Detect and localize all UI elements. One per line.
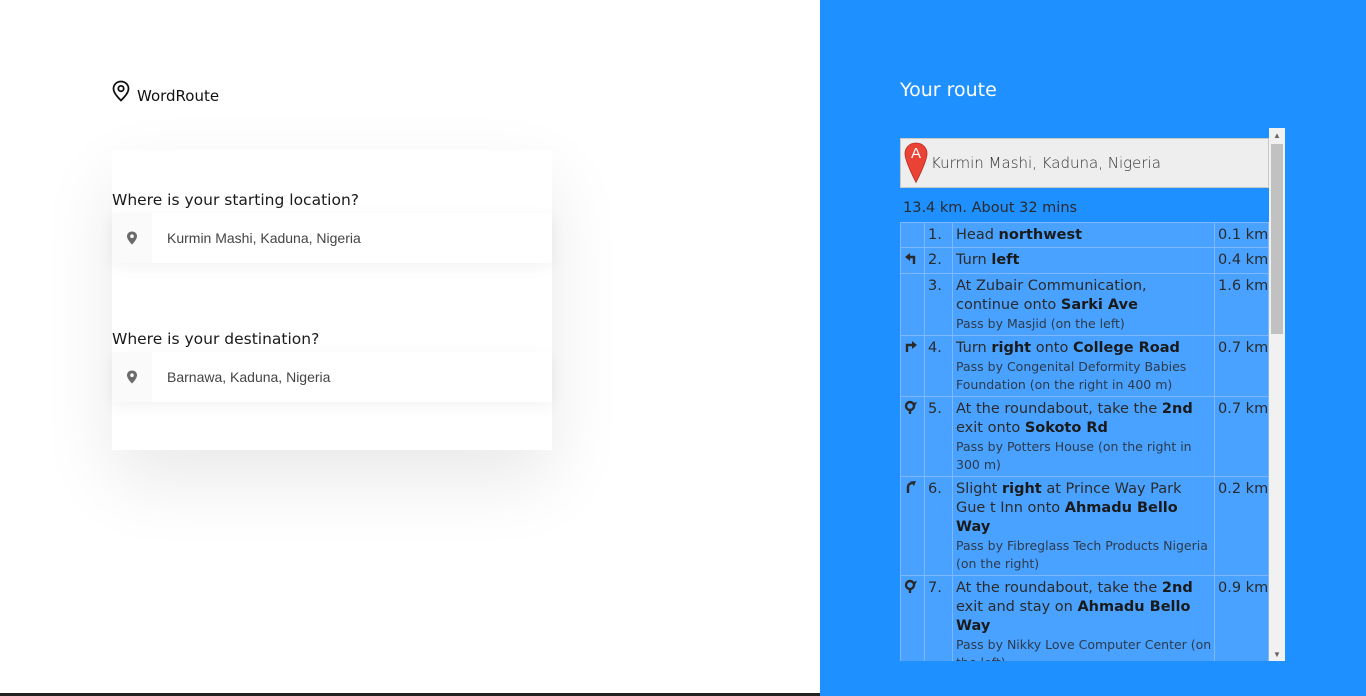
step-distance: 0.2 km bbox=[1214, 476, 1269, 576]
step-landmark: Pass by Masjid (on the left) bbox=[956, 316, 1125, 331]
direction-step[interactable]: 6. Slight right at Prince Way Park Gue t … bbox=[900, 476, 1269, 576]
instruction-text: Head northwest bbox=[956, 226, 1212, 245]
instruction-part: exit onto bbox=[956, 420, 1025, 436]
step-number: 3. bbox=[924, 273, 953, 336]
step-instruction: At the roundabout, take the 2nd exit and… bbox=[952, 575, 1215, 661]
step-distance: 0.9 km bbox=[1214, 575, 1269, 661]
instruction-text: At the roundabout, take the 2nd exit ont… bbox=[956, 400, 1212, 438]
instruction-part: Slight bbox=[956, 481, 1002, 497]
instruction-part: At the roundabout, take the bbox=[956, 401, 1162, 417]
instruction-emphasis: left bbox=[991, 252, 1020, 268]
start-location-input[interactable] bbox=[152, 213, 552, 263]
slight-right-icon bbox=[904, 481, 918, 498]
step-number: 7. bbox=[924, 575, 953, 661]
location-pin-icon bbox=[112, 213, 152, 263]
start-location-label: Where is your starting location? bbox=[112, 191, 359, 209]
step-instruction: At the roundabout, take the 2nd exit ont… bbox=[952, 396, 1215, 477]
direction-step[interactable]: 1. Head northwest 0.1 km bbox=[900, 222, 1269, 248]
instruction-emphasis: Sokoto Rd bbox=[1024, 420, 1108, 436]
step-distance: 0.7 km bbox=[1214, 335, 1269, 397]
step-number: 1. bbox=[924, 222, 953, 248]
marker-label: A bbox=[911, 145, 921, 162]
instruction-part: At the roundabout, take the bbox=[956, 580, 1162, 596]
instruction-emphasis: 2nd bbox=[1161, 580, 1193, 596]
start-location-field[interactable] bbox=[112, 213, 552, 263]
route-panel: Your route A Kurmin Mashi, Kaduna, Niger… bbox=[820, 0, 1366, 696]
instruction-text: Slight right at Prince Way Park Gue t In… bbox=[956, 480, 1212, 537]
turn-left-icon bbox=[904, 253, 918, 269]
direction-step[interactable]: 2. Turn left 0.4 km bbox=[900, 247, 1269, 274]
instruction-emphasis: right bbox=[1001, 481, 1042, 497]
instruction-text: At the roundabout, take the 2nd exit and… bbox=[956, 579, 1212, 636]
start-address: Kurmin Mashi, Kaduna, Nigeria bbox=[931, 154, 1161, 172]
scroll-thumb[interactable] bbox=[1271, 144, 1283, 334]
step-distance: 1.6 km bbox=[1214, 273, 1269, 336]
instruction-emphasis: right bbox=[991, 340, 1032, 356]
instruction-part: Turn bbox=[956, 340, 992, 356]
direction-step[interactable]: 4. Turn right onto College Road Pass by Co… bbox=[900, 335, 1269, 397]
route-title: Your route bbox=[900, 79, 997, 101]
directions-table: 1. Head northwest 0.1 km 2. Turn left 0.4 km 3… bbox=[900, 222, 1269, 661]
instruction-text: At Zubair Communication, continue onto S… bbox=[956, 277, 1212, 315]
direction-step[interactable]: 5. At the roundabout, take the 2nd exit o… bbox=[900, 396, 1269, 477]
scroll-down-arrow-icon[interactable]: ▼ bbox=[1269, 647, 1285, 661]
scroll-up-arrow-icon[interactable]: ▲ bbox=[1269, 128, 1285, 142]
destination-label: Where is your destination? bbox=[112, 330, 320, 348]
direction-step[interactable]: 7. At the roundabout, take the 2nd exit a… bbox=[900, 575, 1269, 661]
step-instruction: Turn left bbox=[952, 247, 1215, 274]
directions-panel[interactable]: A Kurmin Mashi, Kaduna, Nigeria 13.4 km.… bbox=[900, 128, 1285, 661]
instruction-part: Head bbox=[956, 227, 999, 243]
step-landmark: Pass by Congenital Deformity Babies Foun… bbox=[956, 359, 1187, 392]
instruction-emphasis: northwest bbox=[998, 227, 1083, 243]
step-number: 4. bbox=[924, 335, 953, 397]
step-distance: 0.4 km bbox=[1214, 247, 1269, 274]
instruction-text: Turn left bbox=[956, 251, 1212, 270]
direction-step[interactable]: 3. At Zubair Communication, continue onto… bbox=[900, 273, 1269, 336]
location-pin-icon bbox=[112, 352, 152, 402]
roundabout-icon bbox=[904, 579, 918, 597]
step-number: 2. bbox=[924, 247, 953, 274]
start-waypoint: A Kurmin Mashi, Kaduna, Nigeria bbox=[900, 138, 1269, 188]
instruction-emphasis: College Road bbox=[1072, 340, 1180, 356]
logo: WordRoute bbox=[111, 80, 219, 107]
instruction-part: Turn bbox=[956, 252, 992, 268]
search-panel: WordRoute Where is your starting locatio… bbox=[0, 0, 820, 696]
step-landmark: Pass by Potters House (on the right in 3… bbox=[956, 439, 1192, 472]
step-landmark: Pass by Nikky Love Computer Center (on t… bbox=[956, 637, 1212, 661]
instruction-emphasis: Sarki Ave bbox=[1060, 297, 1138, 313]
instruction-emphasis: 2nd bbox=[1161, 401, 1193, 417]
step-instruction: At Zubair Communication, continue onto S… bbox=[952, 273, 1215, 336]
instruction-text: Turn right onto College Road bbox=[956, 339, 1212, 358]
scrollbar[interactable]: ▲ ▼ bbox=[1269, 128, 1285, 661]
step-distance: 0.7 km bbox=[1214, 396, 1269, 477]
step-distance: 0.1 km bbox=[1214, 222, 1269, 248]
directions-content: A Kurmin Mashi, Kaduna, Nigeria 13.4 km.… bbox=[900, 128, 1269, 661]
destination-input[interactable] bbox=[152, 352, 552, 402]
destination-field[interactable] bbox=[112, 352, 552, 402]
turn-right-icon bbox=[904, 341, 918, 357]
map-pin-icon bbox=[111, 80, 131, 107]
step-number: 5. bbox=[924, 396, 953, 477]
step-landmark: Pass by Fibreglass Tech Products Nigeria… bbox=[956, 538, 1208, 571]
route-summary: 13.4 km. About 32 mins bbox=[903, 200, 1078, 216]
instruction-part: onto bbox=[1031, 340, 1073, 356]
step-instruction: Head northwest bbox=[952, 222, 1215, 248]
instruction-part: exit and stay on bbox=[956, 599, 1078, 615]
map-marker-a-icon: A bbox=[904, 142, 928, 189]
logo-text: WordRoute bbox=[137, 86, 220, 105]
roundabout-icon bbox=[904, 400, 918, 418]
step-instruction: Turn right onto College Road Pass by Cong… bbox=[952, 335, 1215, 397]
step-instruction: Slight right at Prince Way Park Gue t In… bbox=[952, 476, 1215, 576]
step-number: 6. bbox=[924, 476, 953, 576]
